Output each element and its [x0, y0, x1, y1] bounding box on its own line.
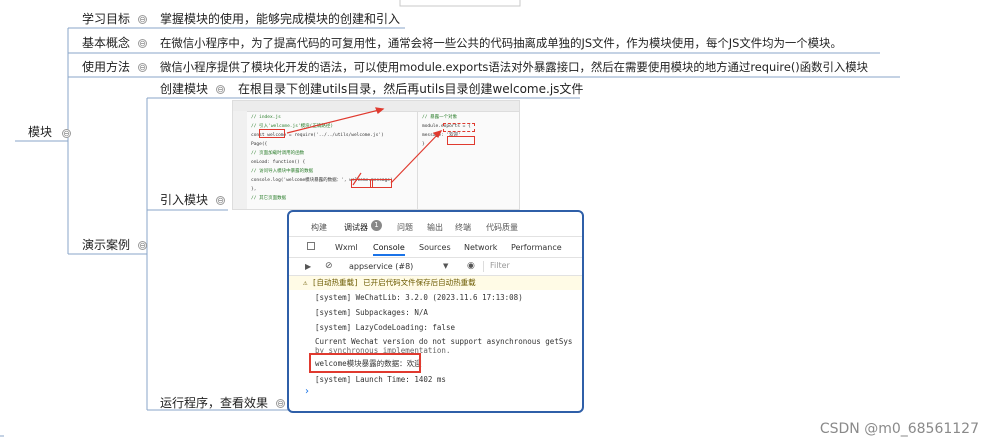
console-toolbar: ▶ ⊘ appservice (#8) ▼ ◉ Filter — [289, 258, 582, 276]
eye-icon[interactable]: ◉ — [467, 261, 475, 271]
tab-build[interactable]: 构建 — [311, 222, 327, 233]
tab-output[interactable]: 输出 — [427, 222, 443, 233]
console-line: [system] Subpackages: N/A — [315, 308, 428, 317]
collapse-icon[interactable]: ⊖ — [216, 196, 225, 205]
collapse-icon[interactable]: ⊖ — [138, 39, 147, 48]
watermark: CSDN @m0_68561127 — [819, 421, 979, 437]
devtools-console-panel: 构建 调试器 1 问题 输出 终端 代码质量 Wxml Console Sour… — [287, 210, 584, 413]
tab-code-quality[interactable]: 代码质量 — [486, 222, 518, 233]
clear-console-icon[interactable]: ⊘ — [325, 261, 333, 271]
note-basic-concept: 在微信小程序中，为了提高代码的可复用性，通常会将一些公共的代码抽离成单独的JS文… — [160, 36, 842, 50]
chevron-down-icon[interactable]: ▼ — [443, 262, 448, 270]
child-import-module[interactable]: 引入模块 — [160, 192, 208, 208]
tab-sources[interactable]: Sources — [419, 243, 451, 252]
note-create-module: 在根目录下创建utils目录，然后再utils目录创建welcome.js文件 — [238, 82, 584, 96]
child-create-module[interactable]: 创建模块 — [160, 81, 208, 97]
collapse-icon[interactable]: ⊖ — [138, 63, 147, 72]
child-run-program[interactable]: 运行程序，查看效果 — [160, 395, 268, 411]
tab-terminal[interactable]: 终端 — [455, 222, 471, 233]
active-tab-indicator — [373, 254, 405, 256]
console-line: [system] LazyCodeLoading: false — [315, 323, 455, 332]
note-usage: 微信小程序提供了模块化开发的语法，可以使用module.exports语法对外暴… — [160, 60, 869, 74]
collapse-icon[interactable]: ⊖ — [138, 15, 147, 24]
filter-input[interactable]: Filter — [483, 261, 582, 272]
tab-console[interactable]: Console — [373, 243, 405, 252]
root-topic[interactable]: 模块 — [28, 124, 52, 140]
note-learning-goal: 掌握模块的使用，能够完成模块的创建和引入 — [160, 12, 401, 26]
devtools-tabs: Wxml Console Sources Network Performance — [289, 238, 582, 258]
highlight-box — [309, 353, 421, 373]
collapse-icon[interactable]: ⊖ — [62, 129, 71, 138]
branch-usage[interactable]: 使用方法 — [82, 59, 130, 75]
console-prompt[interactable]: › — [289, 386, 582, 397]
annotation-arrows — [286, 107, 443, 186]
branch-learning-goal[interactable]: 学习目标 — [82, 11, 130, 27]
debugger-badge: 1 — [371, 220, 382, 231]
context-select[interactable]: appservice (#8) — [349, 262, 413, 271]
tab-network[interactable]: Network — [464, 243, 497, 252]
collapse-icon[interactable]: ⊖ — [276, 399, 285, 408]
console-line: [system] Launch Time: 1402 ms — [315, 375, 446, 384]
tab-debugger[interactable]: 调试器 — [344, 222, 368, 233]
branch-demo[interactable]: 演示案例 — [82, 237, 130, 253]
console-warning-line: ⚠ [自动热重载] 已开启代码文件保存后自动热重载 — [289, 276, 582, 290]
tab-performance[interactable]: Performance — [511, 243, 562, 252]
tab-problems[interactable]: 问题 — [397, 222, 413, 233]
console-line: [system] WeChatLib: 3.2.0 (2023.11.6 17:… — [315, 293, 523, 302]
tab-wxml[interactable]: Wxml — [335, 243, 358, 252]
collapse-icon[interactable]: ⊖ — [138, 241, 147, 250]
branch-basic-concept[interactable]: 基本概念 — [82, 35, 130, 51]
sidebar-toggle-icon[interactable]: ▶ — [305, 262, 311, 271]
collapse-icon[interactable]: ⊖ — [216, 85, 225, 94]
code-screenshot: // index.js // 引入'welcome.js'模块(正确路径) co… — [232, 100, 520, 210]
inspect-icon[interactable] — [307, 242, 315, 250]
